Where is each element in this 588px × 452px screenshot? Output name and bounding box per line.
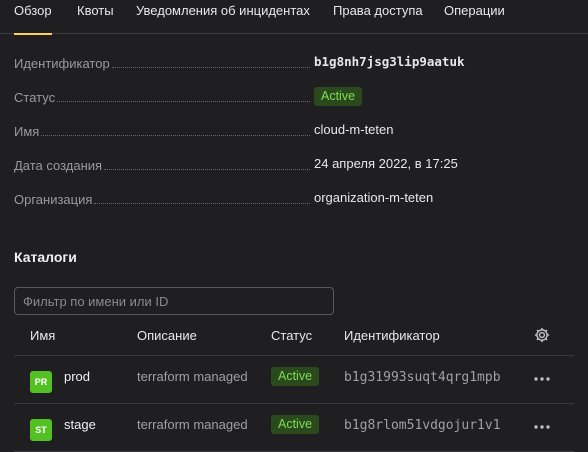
dotted-leader <box>41 135 310 136</box>
column-header-status[interactable]: Статус <box>271 328 312 343</box>
catalog-id: b1g31993suqt4qrg1mpb <box>344 370 501 385</box>
catalog-name[interactable]: prod <box>64 369 90 384</box>
tab-incident-notifications[interactable]: Уведомления об инцидентах <box>136 3 310 18</box>
tab-bar: Обзор Квоты Уведомления об инцидентах Пр… <box>0 0 588 35</box>
property-name: Имя cloud-m-teten <box>14 116 574 150</box>
dotted-leader <box>94 203 310 204</box>
property-id: Идентификатор b1g8nh7jsg3lip9aatuk <box>14 48 574 82</box>
catalog-id: b1g8rlom51vdgojur1v1 <box>344 418 501 433</box>
more-horizontal-icon[interactable] <box>532 371 552 387</box>
cloud-properties: Идентификатор b1g8nh7jsg3lip9aatuk Стату… <box>14 48 574 218</box>
catalogs-table: Имя Описание Статус Идентификатор PR pro… <box>14 318 574 452</box>
property-value-organization: organization-m-teten <box>314 190 434 205</box>
tab-access-rights[interactable]: Права доступа <box>333 3 423 18</box>
property-created: Дата создания 24 апреля 2022, в 17:25 <box>14 150 574 184</box>
dotted-leader <box>111 67 310 68</box>
tab-operations[interactable]: Операции <box>444 3 505 18</box>
column-header-name[interactable]: Имя <box>30 328 55 343</box>
property-value-created: 24 апреля 2022, в 17:25 <box>314 156 458 171</box>
property-label: Идентификатор <box>14 56 110 71</box>
status-badge: Active <box>271 367 320 386</box>
catalog-avatar: ST <box>30 419 52 441</box>
dotted-leader <box>57 101 310 102</box>
property-value-name: cloud-m-teten <box>314 122 394 137</box>
status-badge: Active <box>271 415 320 434</box>
status-badge: Active <box>314 87 363 106</box>
table-row[interactable]: ST stage terraform managed Active b1g8rl… <box>14 404 574 452</box>
more-horizontal-icon[interactable] <box>532 419 552 435</box>
tab-quotas[interactable]: Квоты <box>77 3 114 18</box>
catalog-name[interactable]: stage <box>64 417 96 432</box>
property-status: Статус Active <box>14 82 574 116</box>
catalog-description: terraform managed <box>137 417 248 432</box>
catalog-filter-input[interactable] <box>14 287 334 315</box>
catalog-description: terraform managed <box>137 369 248 384</box>
property-label: Дата создания <box>14 158 103 173</box>
table-header: Имя Описание Статус Идентификатор <box>14 318 574 356</box>
column-header-description[interactable]: Описание <box>137 328 197 343</box>
catalogs-title: Каталоги <box>14 249 77 265</box>
property-value-id: b1g8nh7jsg3lip9aatuk <box>314 54 465 69</box>
dotted-leader <box>104 169 310 170</box>
property-label: Статус <box>14 90 56 105</box>
table-row[interactable]: PR prod terraform managed Active b1g3199… <box>14 356 574 404</box>
property-label: Организация <box>14 192 93 207</box>
column-header-id[interactable]: Идентификатор <box>344 328 440 343</box>
property-label: Имя <box>14 124 40 139</box>
property-organization: Организация organization-m-teten <box>14 184 574 218</box>
tab-overview[interactable]: Обзор <box>14 3 52 35</box>
catalog-avatar: PR <box>30 371 52 393</box>
gear-icon[interactable] <box>533 326 551 344</box>
